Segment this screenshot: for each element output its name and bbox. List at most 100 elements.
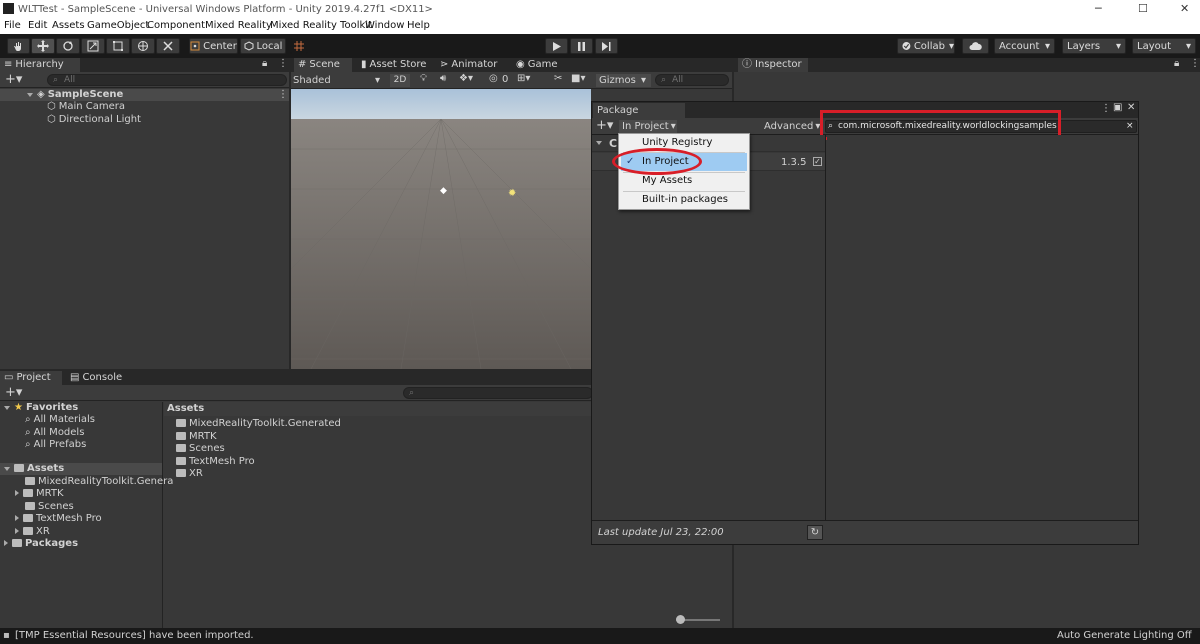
menu-file[interactable]: File [4,20,21,31]
asset-folder-textmesh-pro[interactable]: TextMesh Pro [176,456,255,467]
tab-game[interactable]: ◉ Game [512,58,572,72]
maximize-button[interactable]: ☐ [1138,2,1148,15]
scene-search-input[interactable]: ⌕ All [655,74,729,86]
favorite-all-models[interactable]: ⌕ All Models [25,427,84,438]
create-add-icon[interactable]: +▾ [5,72,22,87]
camera-gizmo-icon[interactable]: ◆ [440,186,447,196]
layout-label: Layout [1137,40,1171,52]
asset-folder-xr[interactable]: XR [176,468,203,479]
scene-viewport[interactable]: ◆ ✹ [291,89,591,369]
auto-lighting-status[interactable]: Auto Generate Lighting Off [1057,630,1192,641]
favorites-node[interactable]: ★ Favorites [4,402,78,413]
asset-folder-mrtk[interactable]: MRTK [176,431,217,442]
tab-inspector[interactable]: ⓘ Inspector [738,58,808,72]
tab-animator[interactable]: ⋗ Animator [436,58,502,72]
menu-mixed-reality[interactable]: Mixed Reality [205,20,272,31]
create-add-icon[interactable]: +▾ [5,385,22,400]
layers-dropdown[interactable]: Layers ▾ [1062,38,1126,54]
tree-folder-xr[interactable]: XR [15,526,50,537]
menu-window[interactable]: Window [365,20,404,31]
menu-help[interactable]: Help [407,20,430,31]
effects-toggle-icon[interactable]: ❖▾ [459,73,473,84]
lock-icon[interactable]: 🔒︎ [1174,58,1179,69]
assets-node[interactable]: Assets [0,463,162,475]
minimize-button[interactable]: ─ [1095,2,1102,15]
more-options-icon[interactable]: ⋮ [278,58,288,69]
tab-scene[interactable]: # Scene [294,58,352,72]
lighting-toggle-icon[interactable]: 💡︎ [420,73,427,84]
2d-toggle-button[interactable]: 2D [390,74,410,87]
status-message[interactable]: [TMP Essential Resources] have been impo… [15,630,254,641]
gizmos-dropdown[interactable]: Gizmos ▾ [596,74,651,87]
menu-assets[interactable]: Assets [52,20,85,31]
tab-console[interactable]: ▤ Console [66,371,128,385]
advanced-dropdown[interactable]: Advanced ▾ [764,120,820,133]
shading-mode-dropdown[interactable]: Shaded ▾ [293,74,385,87]
tab-package-manager[interactable]: Package Manager [593,103,685,131]
tree-folder-mrtk-generated[interactable]: MixedRealityToolkit.Genera [25,476,173,487]
pivot-center-button[interactable]: Center [189,38,238,54]
breadcrumb-assets[interactable]: Assets [167,403,204,414]
lock-icon[interactable]: 🔒︎ [262,58,267,69]
account-dropdown[interactable]: Account ▾ [994,38,1055,54]
center-label: Center [203,40,237,52]
tab-project[interactable]: ▭ Project [0,371,62,385]
more-options-icon[interactable]: ⋮ [1101,103,1111,114]
tree-folder-scenes[interactable]: Scenes [25,501,74,512]
menu-item-built-in-packages[interactable]: Built-in packages [619,191,749,209]
grid-toggle-icon[interactable]: ⊞▾ [517,73,530,84]
packages-node[interactable]: Packages [4,538,78,549]
clear-search-button[interactable]: × [1126,121,1134,132]
favorite-all-prefabs[interactable]: ⌕ All Prefabs [25,439,86,450]
menu-component[interactable]: Component [147,20,205,31]
collab-dropdown[interactable]: Collab ▾ [897,38,955,54]
tab-hierarchy[interactable]: ≡ Hierarchy [0,58,80,72]
package-filter-dropdown[interactable]: In Project ▾ [619,120,677,133]
tab-asset-store[interactable]: ▮ Asset Store [357,58,431,72]
menu-item-my-assets[interactable]: My Assets [619,172,749,190]
hand-tool-button[interactable] [7,38,30,54]
close-button[interactable]: ✕ [1180,2,1189,15]
search-icon: ⌕ [53,75,59,85]
close-icon[interactable]: ✕ [1127,102,1135,113]
more-options-icon[interactable]: ⋮ [1190,58,1200,69]
rotate-tool-button[interactable] [56,38,80,54]
camera-settings-icon[interactable]: ■▾ [571,73,585,84]
asset-folder-mrtk-generated[interactable]: MixedRealityToolkit.Generated [176,418,341,429]
favorite-label: All Materials [33,414,96,425]
more-options-icon[interactable]: ⋮ [278,89,288,100]
favorite-all-materials[interactable]: ⌕ All Materials [25,414,95,425]
custom-tool-button[interactable] [156,38,180,54]
grid-snap-button[interactable] [290,38,308,54]
maximize-icon[interactable]: ▣ [1113,102,1122,113]
scene-row[interactable]: ◈ SampleScene ⋮ [0,89,289,101]
light-gizmo-icon[interactable]: ✹ [508,188,516,199]
layout-dropdown[interactable]: Layout ▾ [1132,38,1196,54]
tools-icon[interactable]: ✂ [554,73,562,84]
menu-edit[interactable]: Edit [28,20,47,31]
scale-tool-button[interactable] [81,38,105,54]
hierarchy-item-main-camera[interactable]: ⬡ Main Camera [47,101,125,112]
pivot-local-button[interactable]: Local [240,38,286,54]
cloud-button[interactable] [962,38,989,54]
tree-folder-textmesh-pro[interactable]: TextMesh Pro [15,513,102,524]
menu-item-label: My Assets [642,175,693,186]
refresh-button[interactable]: ↻ [807,525,823,540]
menu-mixed-reality-toolkit[interactable]: Mixed Reality Toolkit [270,20,372,31]
step-button[interactable] [595,38,618,54]
rect-tool-button[interactable] [106,38,130,54]
project-search-input[interactable]: ⌕ [403,387,593,399]
add-package-icon[interactable]: +▾ [596,118,613,134]
play-button[interactable] [545,38,568,54]
tree-folder-mrtk[interactable]: MRTK [15,488,64,499]
move-tool-button[interactable] [31,38,55,54]
hierarchy-item-directional-light[interactable]: ⬡ Directional Light [47,114,141,125]
menu-gameobject[interactable]: GameObject [87,20,149,31]
asset-folder-scenes[interactable]: Scenes [176,443,225,454]
audio-toggle-icon[interactable]: 🔊︎ [440,73,446,84]
hidden-objects-icon[interactable]: ◎ [489,73,498,84]
slider-handle[interactable] [676,615,685,624]
hierarchy-search-input[interactable]: ⌕ All [47,74,287,86]
pause-button[interactable] [570,38,593,54]
transform-tool-button[interactable] [131,38,155,54]
